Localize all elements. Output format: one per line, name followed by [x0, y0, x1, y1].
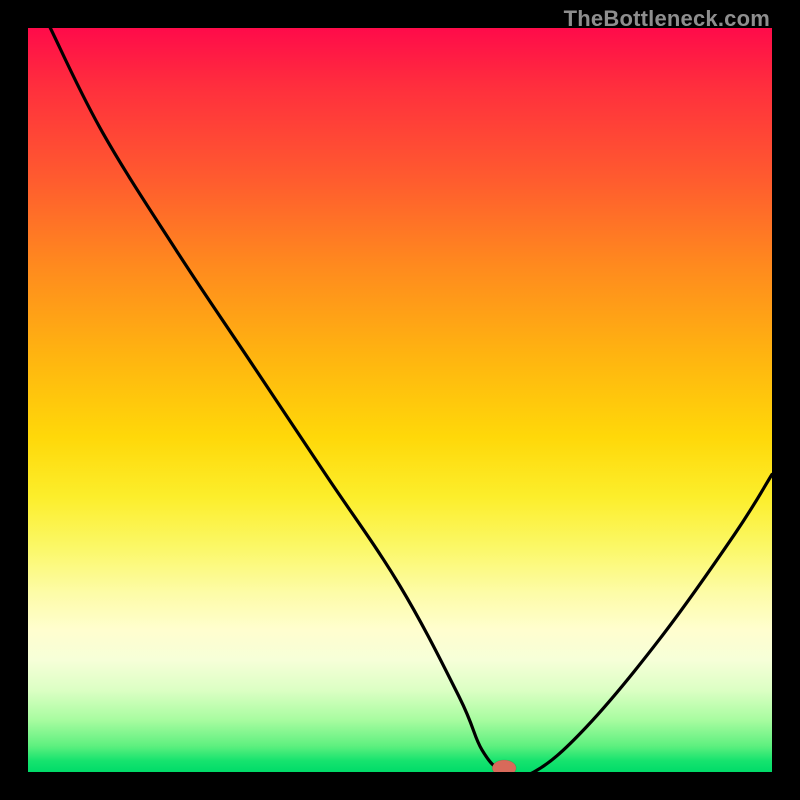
optimum-marker [492, 760, 516, 772]
chart-frame: TheBottleneck.com [0, 0, 800, 800]
bottleneck-curve [50, 28, 772, 772]
watermark-text: TheBottleneck.com [564, 6, 770, 32]
plot-area [28, 28, 772, 772]
bottleneck-curve-svg [28, 28, 772, 772]
